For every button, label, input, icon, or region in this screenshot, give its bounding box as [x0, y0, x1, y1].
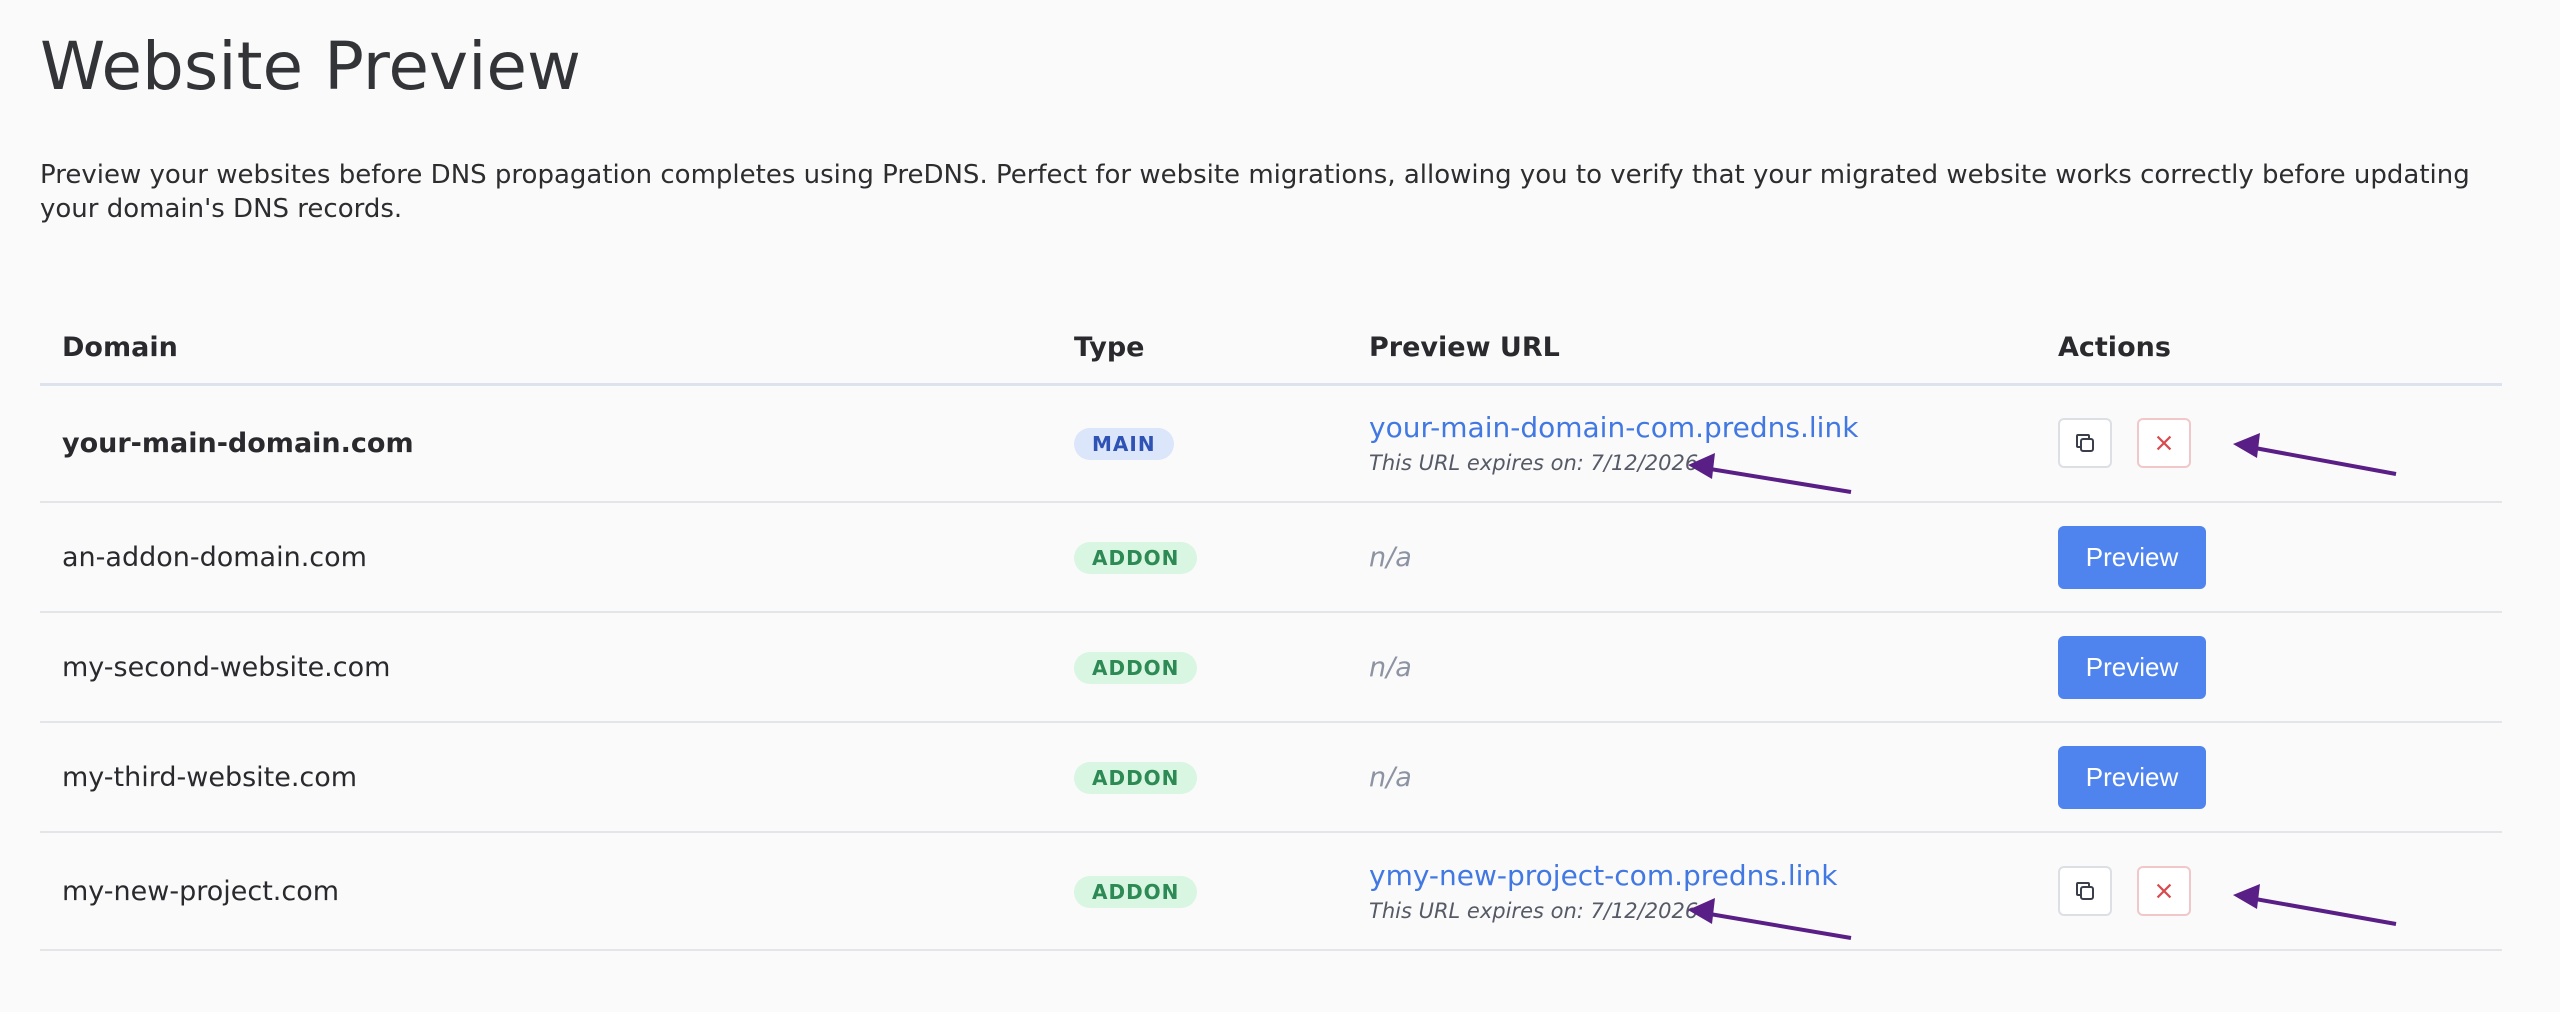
preview-url-na: n/a [1369, 541, 1412, 573]
close-icon [2156, 436, 2171, 451]
expires-text: This URL expires on: 7/12/2026 [1369, 899, 1699, 923]
copy-icon [2076, 882, 2094, 900]
close-icon [2156, 883, 2171, 899]
header-domain: Domain [40, 306, 1074, 386]
preview-url-na: n/a [1369, 651, 1412, 683]
preview-button[interactable]: Preview [2058, 635, 2206, 699]
table-header-row: Domain Type Preview URL Actions [40, 306, 2502, 386]
remove-preview-button[interactable] [2136, 866, 2191, 916]
domain-name: an-addon-domain.com [62, 541, 367, 573]
header-type: Type [1074, 306, 1369, 386]
type-badge-main: MAIN [1074, 427, 1174, 460]
table-row: my-new-project.com ADDON ymy-new-project… [40, 832, 2502, 951]
header-actions: Actions [2058, 306, 2502, 386]
domain-name: my-second-website.com [62, 651, 391, 683]
table-row: my-third-website.com ADDON n/a Preview [40, 722, 2502, 833]
type-badge-addon: ADDON [1074, 761, 1198, 794]
page: Website Preview Preview your websites be… [0, 0, 2560, 1012]
domain-name: your-main-domain.com [62, 427, 414, 459]
expires-text: This URL expires on: 7/12/2026 [1369, 451, 1699, 476]
type-badge-addon: ADDON [1074, 651, 1198, 684]
preview-url-link[interactable]: your-main-domain-com.predns.link [1369, 411, 2058, 445]
page-description: Preview your websites before DNS propaga… [40, 160, 2470, 224]
header-preview-url: Preview URL [1369, 306, 2058, 386]
preview-button[interactable]: Preview [2058, 525, 2206, 589]
type-badge-addon: ADDON [1074, 541, 1198, 574]
table-row: your-main-domain.com MAIN your-main-doma… [40, 384, 2502, 503]
domains-table: Domain Type Preview URL Actions your-mai… [40, 306, 2502, 951]
preview-button[interactable]: Preview [2058, 745, 2206, 809]
domain-name: my-third-website.com [62, 761, 358, 793]
copy-url-button[interactable] [2058, 866, 2112, 916]
table-row: my-second-website.com ADDON n/a Preview [40, 612, 2502, 723]
remove-preview-button[interactable] [2136, 418, 2191, 469]
table-row: an-addon-domain.com ADDON n/a Preview [40, 502, 2502, 613]
preview-url-na: n/a [1369, 761, 1412, 793]
copy-url-button[interactable] [2058, 418, 2112, 469]
type-badge-addon: ADDON [1074, 875, 1198, 908]
domain-name: my-new-project.com [62, 875, 340, 907]
copy-icon [2076, 434, 2094, 453]
preview-url-link[interactable]: ymy-new-project-com.predns.link [1369, 859, 2058, 893]
page-title: Website Preview [40, 28, 581, 105]
